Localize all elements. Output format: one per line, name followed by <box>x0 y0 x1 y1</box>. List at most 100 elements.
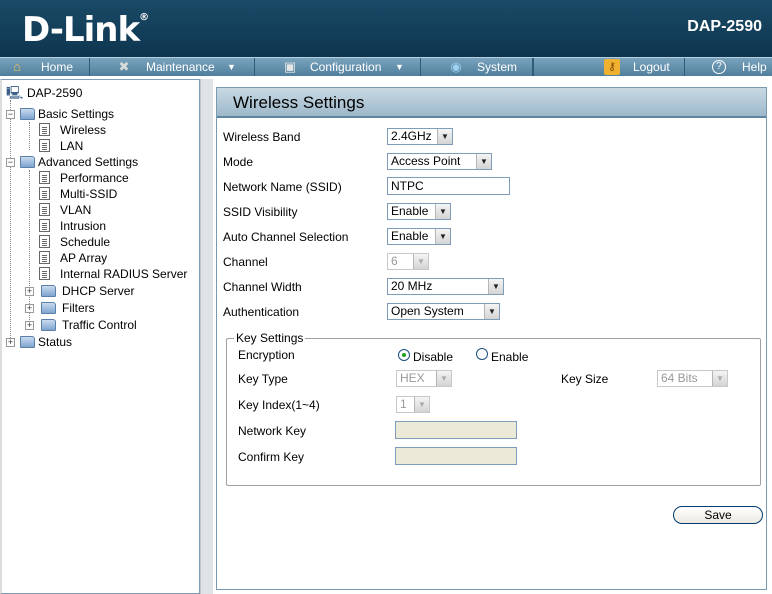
menu-configuration-label: Configuration <box>310 60 382 74</box>
tree-connector <box>10 100 11 342</box>
chevron-down-icon: ▼ <box>395 62 404 72</box>
top-menu-bar: ⌂ Home ✖ Maintenance ▼ ▣ Configuration ▼… <box>0 57 772 76</box>
menu-home[interactable]: ⌂ Home <box>0 58 90 76</box>
tools-icon: ✖ <box>118 59 130 74</box>
chevron-down-icon: ▼ <box>436 371 451 386</box>
channel-width-select[interactable]: 20 MHz ▼ <box>387 278 504 295</box>
expand-icon[interactable]: + <box>6 338 15 347</box>
tree-dhcp-label: DHCP Server <box>62 284 135 298</box>
main-content: Wireless Settings Wireless Band 2.4GHz ▼… <box>213 79 772 594</box>
page-icon <box>39 235 50 248</box>
folder-icon <box>41 319 56 331</box>
expand-icon[interactable]: + <box>25 321 34 330</box>
menu-logout-label: Logout <box>633 60 670 74</box>
page-icon <box>39 267 50 280</box>
authentication-label: Authentication <box>223 305 300 319</box>
expand-icon[interactable]: + <box>25 287 34 296</box>
key-index-select[interactable]: 1 ▼ <box>396 396 430 413</box>
ssid-input[interactable]: NTPC <box>387 177 510 195</box>
encryption-disable-label: Disable <box>413 350 454 364</box>
tree-intrusion-label: Intrusion <box>60 219 107 233</box>
ssid-visibility-select[interactable]: Enable ▼ <box>387 203 451 220</box>
chevron-down-icon: ▼ <box>476 154 491 169</box>
page-icon <box>39 219 50 232</box>
menu-system-label: System <box>477 60 518 74</box>
wireless-band-label: Wireless Band <box>223 130 301 144</box>
folder-icon <box>41 285 56 297</box>
ssid-label: Network Name (SSID) <box>223 180 342 194</box>
computer-icon: 🖳 <box>6 85 24 100</box>
key-size-label: Key Size <box>561 372 609 386</box>
mode-select[interactable]: Access Point ▼ <box>387 153 492 170</box>
mode-value: Access Point <box>391 154 461 168</box>
chevron-down-icon: ▼ <box>413 254 428 269</box>
auto-channel-label: Auto Channel Selection <box>223 230 349 244</box>
chevron-down-icon: ▼ <box>484 304 499 319</box>
tree-schedule-label: Schedule <box>60 235 111 249</box>
encryption-enable-radio[interactable] <box>476 348 488 360</box>
authentication-select[interactable]: Open System ▼ <box>387 303 500 320</box>
dlink-logo: D-Link® <box>22 10 149 50</box>
confirm-key-label: Confirm Key <box>238 450 305 464</box>
key-icon: ⚷ <box>604 59 620 75</box>
key-type-value: HEX <box>400 371 425 385</box>
confirm-key-input[interactable] <box>395 447 517 465</box>
floppy-disk-icon: ▣ <box>283 59 297 74</box>
collapse-icon[interactable]: − <box>6 158 15 167</box>
auto-channel-select[interactable]: Enable ▼ <box>387 228 451 245</box>
key-index-value: 1 <box>400 397 407 411</box>
save-button[interactable]: Save <box>673 506 763 524</box>
folder-icon <box>41 302 56 314</box>
menu-configuration[interactable]: ▣ Configuration ▼ <box>255 58 421 76</box>
menu-home-label: Home <box>41 60 74 74</box>
network-key-input[interactable] <box>395 421 517 439</box>
model-name: DAP-2590 <box>687 18 762 35</box>
collapse-icon[interactable]: − <box>6 110 15 119</box>
page-icon <box>39 187 50 200</box>
globe-icon: ◉ <box>450 59 462 74</box>
panel-title-bar: Wireless Settings <box>217 88 766 118</box>
page-icon <box>39 171 50 184</box>
tree-performance-label: Performance <box>60 171 129 185</box>
tree-aparray-label: AP Array <box>60 251 108 265</box>
mode-label: Mode <box>223 155 254 169</box>
tree-status-label: Status <box>38 335 73 349</box>
menu-logout[interactable]: ⚷ Logout <box>533 58 685 76</box>
navigation-tree: 🖳 DAP-2590 − Basic Settings Wireless LAN… <box>0 79 200 594</box>
encryption-disable-radio[interactable] <box>398 349 410 361</box>
chevron-down-icon: ▼ <box>414 397 429 412</box>
key-size-select[interactable]: 64 Bits ▼ <box>657 370 728 387</box>
chevron-down-icon: ▼ <box>435 204 450 219</box>
key-type-select[interactable]: HEX ▼ <box>396 370 452 387</box>
wireless-settings-panel: Wireless Settings Wireless Band 2.4GHz ▼… <box>216 87 767 590</box>
help-icon: ? <box>712 60 726 74</box>
home-icon: ⌂ <box>13 59 21 74</box>
chevron-down-icon: ▼ <box>227 62 236 72</box>
page-icon <box>39 203 50 216</box>
tree-radius-label: Internal RADIUS Server <box>60 267 188 281</box>
panel-splitter[interactable] <box>200 79 213 594</box>
menu-system[interactable]: ◉ System <box>421 58 533 76</box>
tree-connector <box>29 170 30 324</box>
expand-icon[interactable]: + <box>25 304 34 313</box>
folder-icon <box>20 336 35 348</box>
menu-maintenance[interactable]: ✖ Maintenance ▼ <box>90 58 255 76</box>
menu-maintenance-label: Maintenance <box>146 60 215 74</box>
tree-vlan-label: VLAN <box>60 203 92 217</box>
page-icon <box>39 251 50 264</box>
wireless-band-value: 2.4GHz <box>391 129 432 143</box>
tree-basic-label: Basic Settings <box>38 107 115 121</box>
channel-select[interactable]: 6 ▼ <box>387 253 429 270</box>
key-type-label: Key Type <box>238 372 288 386</box>
channel-width-value: 20 MHz <box>391 279 433 293</box>
folder-icon <box>20 156 35 168</box>
chevron-down-icon: ▼ <box>488 279 503 294</box>
wireless-band-select[interactable]: 2.4GHz ▼ <box>387 128 453 145</box>
ssid-visibility-label: SSID Visibility <box>223 205 298 219</box>
channel-width-label: Channel Width <box>223 280 302 294</box>
key-settings-legend: Key Settings <box>234 331 306 345</box>
channel-value: 6 <box>391 254 398 268</box>
menu-help[interactable]: ? Help <box>685 58 772 76</box>
page-title: Wireless Settings <box>233 93 365 112</box>
ssid-visibility-value: Enable <box>391 204 429 218</box>
